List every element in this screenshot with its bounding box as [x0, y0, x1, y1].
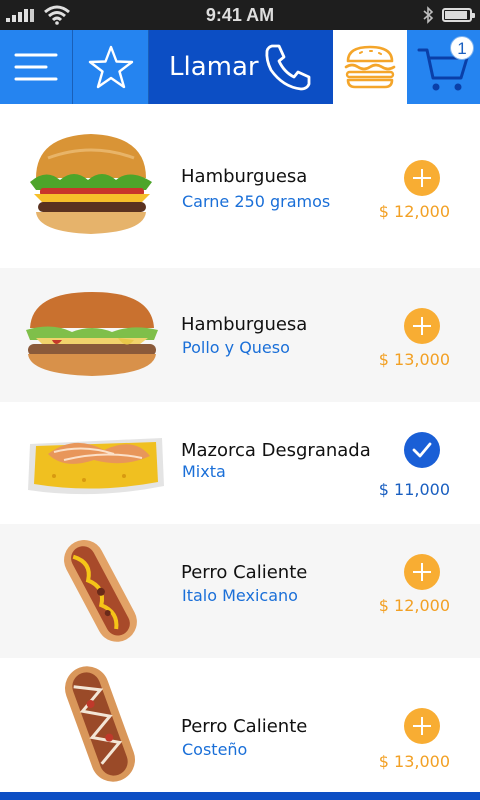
call-label: Llamar [169, 52, 259, 82]
list-item[interactable]: Hamburguesa Pollo y Queso $ 13,000 [0, 268, 480, 402]
add-to-cart-button[interactable] [404, 708, 440, 744]
status-time: 9:41 AM [205, 5, 275, 25]
product-price: $ 11,000 [378, 480, 450, 499]
plus-icon [413, 717, 431, 735]
status-bar: 9:41 AM [0, 0, 480, 30]
product-price: $ 13,000 [378, 752, 450, 771]
product-price: $ 12,000 [378, 596, 450, 615]
hamburger-menu-icon [14, 53, 58, 81]
product-detail: Mixta [182, 462, 226, 481]
add-to-cart-button[interactable] [404, 554, 440, 590]
burger-icon [344, 45, 396, 89]
checkmark-icon [412, 442, 432, 458]
call-button[interactable]: Llamar [149, 30, 333, 104]
beef-burger-image [30, 134, 152, 234]
product-name: Perro Caliente [181, 716, 308, 737]
product-price: $ 12,000 [378, 202, 450, 221]
cart-button[interactable]: 1 [407, 30, 480, 104]
list-item[interactable]: Mazorca Desgranada Mixta $ 11,000 [0, 402, 480, 524]
list-item[interactable]: Perro Caliente Costeño $ 13,000 [0, 658, 480, 792]
cart-count-badge: 1 [450, 36, 474, 60]
list-item[interactable]: Hamburguesa Carne 250 gramos $ 12,000 [0, 104, 480, 268]
menu-button[interactable] [0, 30, 73, 104]
product-list: Hamburguesa Carne 250 gramos $ 12,000 Ha… [0, 104, 480, 792]
battery-icon [442, 8, 475, 22]
corn-dish-image [28, 438, 164, 495]
chicken-burger-image [26, 292, 158, 376]
add-to-cart-button[interactable] [404, 160, 440, 196]
product-name: Perro Caliente [181, 562, 308, 583]
plus-icon [413, 169, 431, 187]
burger-category-button[interactable] [333, 30, 407, 104]
plus-icon [413, 563, 431, 581]
bluetooth-icon [423, 6, 434, 24]
product-detail: Costeño [182, 740, 248, 759]
product-price: $ 13,000 [378, 350, 450, 369]
list-item[interactable]: Perro Caliente Italo Mexicano $ 12,000 [0, 524, 480, 658]
product-name: Mazorca Desgranada [181, 440, 371, 461]
hot-dog-image [65, 666, 135, 782]
plus-icon [413, 317, 431, 335]
top-toolbar: Llamar 1 [0, 30, 480, 104]
product-detail: Carne 250 gramos [182, 192, 331, 211]
bottom-bar [0, 792, 480, 800]
product-name: Hamburguesa [181, 166, 308, 187]
product-detail: Italo Mexicano [182, 586, 298, 605]
phone-icon [265, 44, 311, 91]
star-icon [88, 45, 133, 89]
favorites-button[interactable] [73, 30, 149, 104]
hot-dog-image [64, 539, 137, 642]
add-to-cart-button[interactable] [404, 308, 440, 344]
added-check-button[interactable] [404, 432, 440, 468]
product-detail: Pollo y Queso [182, 338, 290, 357]
product-name: Hamburguesa [181, 314, 308, 335]
